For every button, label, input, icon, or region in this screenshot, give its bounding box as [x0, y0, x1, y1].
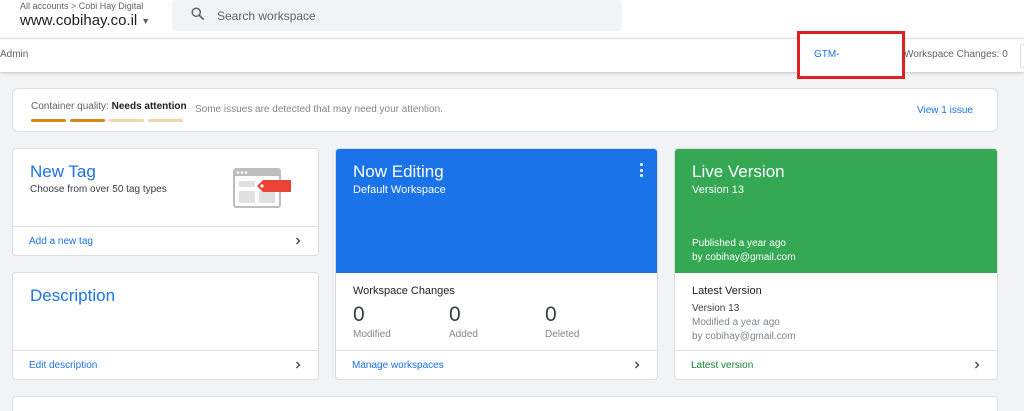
search-input[interactable] — [217, 8, 597, 23]
workspace-name: Default Workspace — [353, 184, 446, 196]
now-editing-title: Now Editing — [353, 162, 444, 181]
chevron-right-icon — [635, 361, 640, 369]
add-new-tag-link[interactable]: Add a new tag — [13, 226, 318, 255]
quality-label: Container quality: Needs attention — [31, 101, 187, 112]
account-breadcrumb[interactable]: All accounts > Cobi Hay Digital — [20, 1, 143, 11]
preview-button[interactable] — [1020, 44, 1024, 68]
search-icon — [190, 6, 205, 26]
container-id-link[interactable]: GTM- — [814, 49, 840, 60]
new-tag-subtitle: Choose from over 50 tag types — [30, 184, 167, 195]
view-issue-link[interactable]: View 1 issue — [917, 105, 973, 116]
live-version-card: Live Version Version 13 Published a year… — [674, 148, 998, 380]
stat-label: Added — [449, 329, 478, 340]
container-quality-banner: Container quality: Needs attention Some … — [12, 88, 998, 132]
search-bar[interactable] — [172, 0, 622, 31]
workspace-overview-card — [12, 396, 998, 411]
live-version-number: Version 13 — [692, 184, 744, 196]
workspace-changes-count: Workspace Changes: 0 — [904, 49, 1008, 60]
latest-version-link[interactable]: Latest version — [675, 350, 997, 379]
stat-value: 0 — [449, 303, 461, 326]
stat-value: 0 — [545, 303, 557, 326]
manage-workspaces-link[interactable]: Manage workspaces — [336, 350, 657, 379]
account-selector[interactable]: www.cobihay.co.il ▼ — [20, 12, 150, 29]
latest-version-info: Version 13 Modified a year ago by cobiha… — [692, 303, 796, 342]
description-title: Description — [30, 286, 116, 305]
quality-status: Needs attention — [111, 101, 187, 112]
quality-bar — [148, 119, 183, 122]
description-card: Description Edit description — [12, 272, 319, 380]
stat-value: 0 — [353, 303, 365, 326]
quality-bar — [31, 119, 66, 122]
live-version-title: Live Version — [692, 162, 785, 181]
new-tag-title[interactable]: New Tag — [30, 162, 96, 182]
stat-deleted: 0 Deleted — [545, 303, 579, 340]
chevron-right-icon — [296, 237, 301, 245]
chevron-right-icon — [296, 361, 301, 369]
stat-modified: 0 Modified — [353, 303, 391, 340]
quality-meter — [31, 119, 183, 122]
stat-added: 0 Added — [449, 303, 478, 340]
published-info: Published a year ago by cobihay@gmail.co… — [692, 238, 796, 263]
tag-illustration-icon — [233, 167, 303, 216]
caret-down-icon: ▼ — [141, 15, 151, 26]
quality-bar — [109, 119, 144, 122]
quality-bar — [70, 119, 105, 122]
latest-version-heading: Latest Version — [692, 285, 762, 297]
new-tag-card[interactable]: New Tag Choose from over 50 tag types Ad… — [12, 148, 319, 256]
manage-workspaces-label: Manage workspaces — [352, 359, 444, 371]
stat-label: Deleted — [545, 329, 580, 340]
workspace-changes-heading: Workspace Changes — [353, 285, 455, 297]
add-new-tag-label: Add a new tag — [29, 235, 93, 247]
chevron-right-icon — [975, 361, 980, 369]
now-editing-card: Now Editing Default Workspace Workspace … — [335, 148, 658, 380]
more-vert-icon[interactable] — [639, 163, 643, 177]
workspace-bar: Admin GTM- Workspace Changes: 0 — [0, 31, 1024, 79]
latest-version-label: Latest version — [691, 359, 754, 371]
stat-label: Modified — [353, 329, 391, 340]
admin-tab[interactable]: Admin — [0, 49, 28, 60]
edit-description-link[interactable]: Edit description — [13, 350, 318, 379]
quality-message: Some issues are detected that may need y… — [195, 104, 443, 115]
account-name: www.cobihay.co.il — [20, 12, 138, 29]
edit-description-label: Edit description — [29, 359, 98, 371]
